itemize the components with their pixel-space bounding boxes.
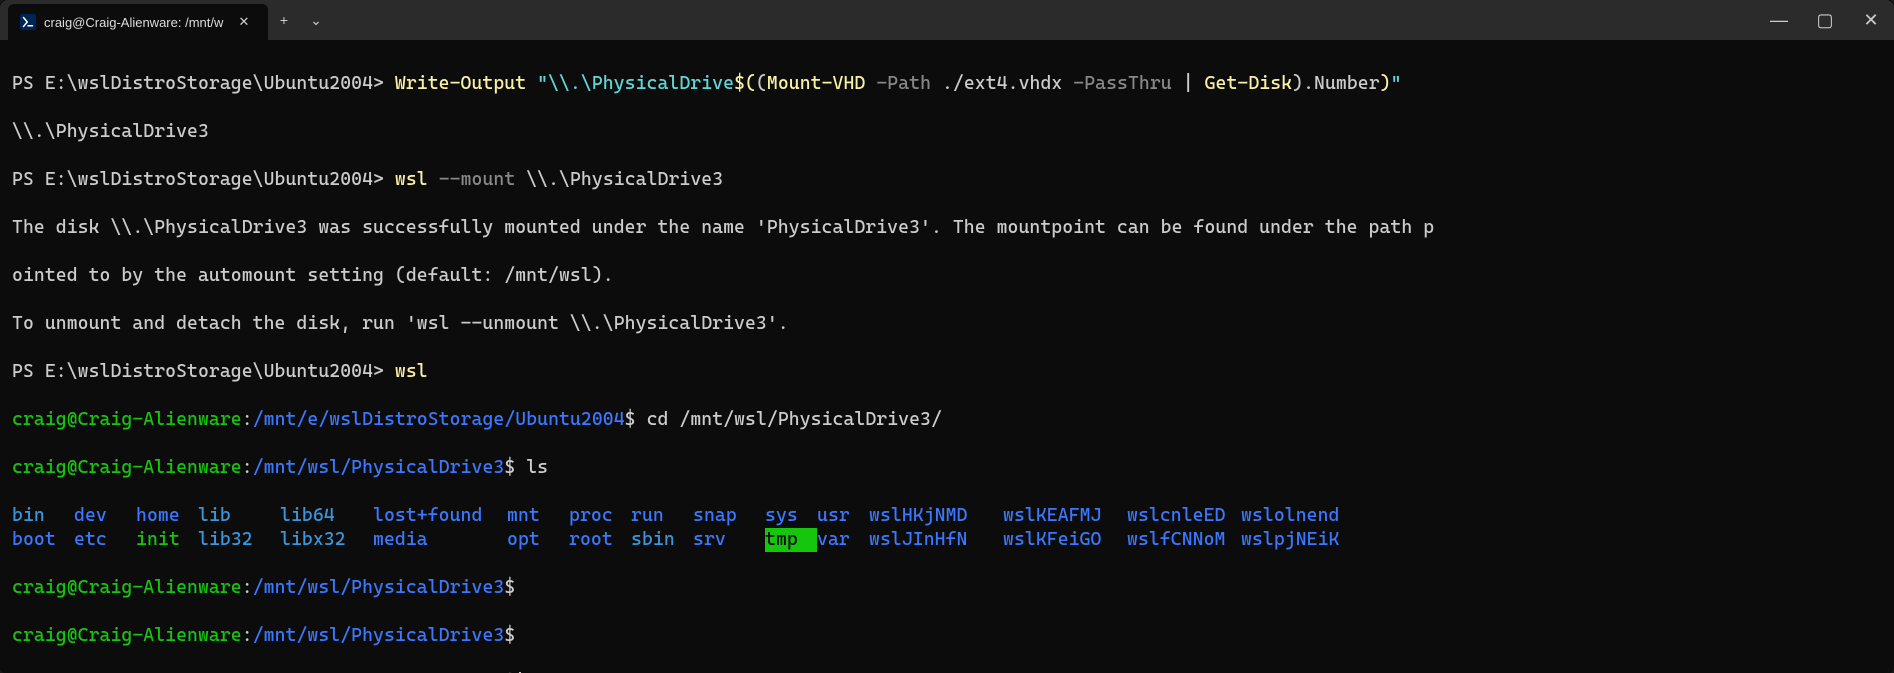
ps-prompt: PS E:\wslDistroStorage\Ubuntu2004> [12,73,395,94]
string-literal: "\\.\PhysicalDrive [537,73,734,94]
ls-entry: lib32 [198,528,280,552]
ls-entry: usr [817,504,869,528]
ls-entry: bin [12,504,74,528]
ls-entry: init [136,528,198,552]
term-line: craig@Craig-Alienware:/mnt/wsl/PhysicalD… [12,576,1882,600]
term-line: craig@Craig-Alienware:/mnt/wsl/PhysicalD… [12,456,1882,480]
ls-entry: lib [198,504,280,528]
ls-entry: lost+found [373,504,507,528]
terminal-window: craig@Craig-Alienware: /mnt/w ✕ + ⌄ — ▢ … [0,0,1894,673]
ls-entry: root [569,528,631,552]
titlebar-drag-region[interactable] [332,0,1756,40]
bash-path: /mnt/wsl/PhysicalDrive3 [253,577,505,598]
ls-entry: proc [569,504,631,528]
ls-output: bindevhomeliblib64lost+foundmntprocrunsn… [12,504,1882,552]
ls-entry: libx32 [280,528,373,552]
ls-entry: tmp [765,528,817,552]
bash-user: craig@Craig-Alienware [12,577,242,598]
titlebar[interactable]: craig@Craig-Alienware: /mnt/w ✕ + ⌄ — ▢ … [0,0,1894,40]
cmdlet: Mount-VHD [767,73,865,94]
close-button[interactable]: ✕ [1848,0,1894,40]
ls-entry: wslHKjNMD [869,504,1003,528]
ls-row: bindevhomeliblib64lost+foundmntprocrunsn… [12,504,1882,528]
window-controls: — ▢ ✕ [1756,0,1894,40]
term-line: To unmount and detach the disk, run 'wsl… [12,312,1882,336]
ls-row: bootetcinitlib32libx32mediaoptrootsbinsr… [12,528,1882,552]
ps-prompt: PS E:\wslDistroStorage\Ubuntu2004> [12,169,395,190]
parameter: -Path [876,73,931,94]
ps-prompt: PS E:\wslDistroStorage\Ubuntu2004> [12,361,395,382]
tab-close-button[interactable]: ✕ [232,4,256,40]
ls-entry: media [373,528,507,552]
term-line: PS E:\wslDistroStorage\Ubuntu2004> wsl [12,360,1882,384]
ls-entry: sys [765,504,817,528]
term-line: \\.\PhysicalDrive3 [12,120,1882,144]
bash-user: craig@Craig-Alienware [12,409,242,430]
ls-entry: wslpjNEiK [1241,528,1355,552]
ls-entry: sbin [631,528,693,552]
tab-active[interactable]: craig@Craig-Alienware: /mnt/w ✕ [8,4,268,40]
term-line: ointed to by the automount setting (defa… [12,264,1882,288]
ls-entry: wslolnend [1241,504,1355,528]
cmdlet: Write-Output [395,73,526,94]
ls-entry: home [136,504,198,528]
ls-entry: mnt [507,504,569,528]
bash-user: craig@Craig-Alienware [12,457,242,478]
bash-path: /mnt/wsl/PhysicalDrive3 [253,625,505,646]
bash-command: cd /mnt/wsl/PhysicalDrive3/ [636,409,942,430]
bash-path: /mnt/e/wslDistroStorage/Ubuntu2004 [253,409,625,430]
ls-entry: dev [74,504,136,528]
ls-entry: boot [12,528,74,552]
minimize-button[interactable]: — [1756,0,1802,40]
ls-entry: wslcnleED [1127,504,1241,528]
ls-entry: etc [74,528,136,552]
term-line: craig@Craig-Alienware:/mnt/e/wslDistroSt… [12,408,1882,432]
term-line: PS E:\wslDistroStorage\Ubuntu2004> wsl -… [12,168,1882,192]
parameter: -PassThru [1073,73,1171,94]
ls-entry: srv [693,528,765,552]
term-line: The disk \\.\PhysicalDrive3 was successf… [12,216,1882,240]
ls-entry: wslKFeiGO [1003,528,1127,552]
maximize-button[interactable]: ▢ [1802,0,1848,40]
ls-entry: wslJInHfN [869,528,1003,552]
term-line: craig@Craig-Alienware:/mnt/wsl/PhysicalD… [12,624,1882,648]
bash-user: craig@Craig-Alienware [12,625,242,646]
terminal-viewport[interactable]: PS E:\wslDistroStorage\Ubuntu2004> Write… [0,40,1894,673]
tab-dropdown-button[interactable]: ⌄ [300,0,332,40]
ls-entry: opt [507,528,569,552]
ls-entry: var [817,528,869,552]
ls-entry: wslKEAFMJ [1003,504,1127,528]
ls-entry: run [631,504,693,528]
ls-entry: wslfCNNoM [1127,528,1241,552]
new-tab-button[interactable]: + [268,0,300,40]
bash-path: /mnt/wsl/PhysicalDrive3 [253,457,505,478]
term-line: PS E:\wslDistroStorage\Ubuntu2004> Write… [12,72,1882,96]
ls-entry: lib64 [280,504,373,528]
powershell-icon [20,14,36,30]
cmdlet: Get-Disk [1205,73,1293,94]
ls-entry: snap [693,504,765,528]
tab-title: craig@Craig-Alienware: /mnt/w [44,15,224,30]
bash-command: ls [515,457,548,478]
